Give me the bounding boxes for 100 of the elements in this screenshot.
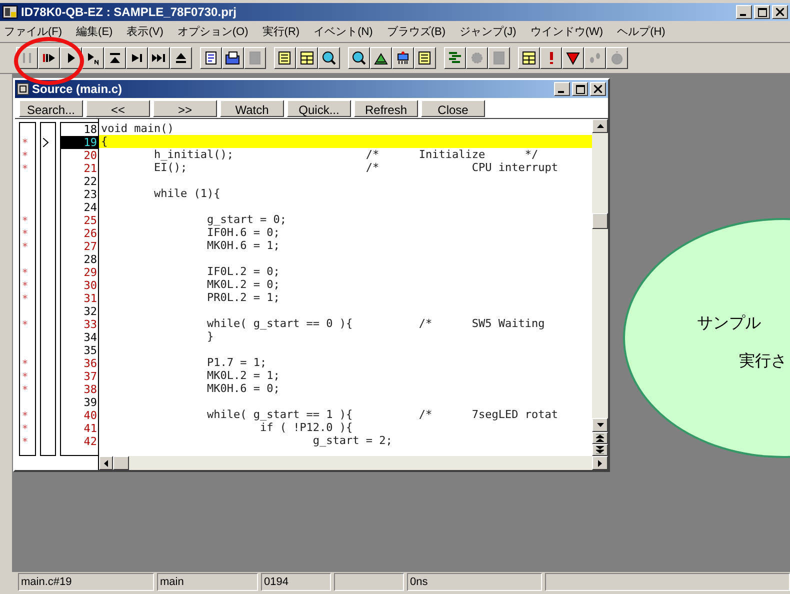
document-icon [491, 50, 507, 66]
menu-item[interactable]: ブラウズ(B) [386, 24, 446, 40]
magnifier-icon [321, 50, 337, 66]
line-mark: * [22, 216, 28, 227]
folder-icon [225, 50, 241, 66]
menu-item[interactable]: 表示(V) [126, 24, 164, 40]
annotation-circle [14, 37, 84, 85]
source-toolbar-button[interactable]: Search... [19, 100, 83, 116]
horizontal-scrollbar[interactable] [99, 456, 608, 470]
toolbar-button[interactable] [104, 47, 126, 69]
line-mark: * [22, 385, 28, 396]
source-toolbar-button[interactable]: Quick... [287, 100, 351, 116]
toolbar-button[interactable] [370, 47, 392, 69]
vertical-scrollbar[interactable] [592, 119, 608, 456]
menu-item[interactable]: 編集(E) [76, 24, 113, 40]
stopwatch-icon [609, 50, 625, 66]
line-number: 26 [84, 227, 97, 240]
menu-item[interactable]: ウインドウ(W) [530, 24, 604, 40]
line-mark: * [22, 372, 28, 383]
maximize-icon [758, 8, 766, 16]
scroll-up-button[interactable] [592, 119, 608, 133]
horizontal-scroll-thumb[interactable] [113, 456, 129, 470]
line-number: 34 [84, 331, 97, 344]
page-down-button[interactable] [592, 444, 608, 456]
toolbar-button[interactable] [392, 47, 414, 69]
source-toolbar-button[interactable]: Watch [220, 100, 284, 116]
source-toolbar-button[interactable]: >> [153, 100, 217, 116]
line-mark: * [22, 164, 28, 175]
callout-text: サンプル [697, 314, 761, 334]
line-mark: * [22, 437, 28, 448]
toolbar-button[interactable] [414, 47, 436, 69]
menu-item[interactable]: ファイル(F) [4, 24, 62, 40]
code-line: { [101, 135, 108, 148]
line-number: 19 [84, 136, 97, 149]
double-up-arrow-icon [596, 434, 604, 442]
toolbar-button[interactable] [170, 47, 192, 69]
double-down-arrow-icon [596, 446, 604, 454]
line-mark: * [22, 229, 28, 240]
line-mark: * [22, 138, 28, 149]
line-number: 42 [84, 435, 97, 448]
toolbar-button[interactable] [38, 47, 60, 69]
magnifier-icon [351, 50, 367, 66]
code-line: h_initial(); /* Initialize */ [152, 148, 538, 161]
page-up-button[interactable] [592, 432, 608, 444]
source-toolbar-button[interactable]: Close [421, 100, 485, 116]
line-number: 36 [84, 357, 97, 370]
menu-item[interactable]: ヘルプ(H) [617, 24, 666, 40]
right-arrow-icon [598, 460, 602, 466]
footprints-icon [587, 50, 603, 66]
left-arrow-icon [104, 460, 108, 466]
toolbar-button[interactable] [444, 47, 466, 69]
line-number: 31 [84, 292, 97, 305]
source-toolbar-button[interactable]: << [86, 100, 150, 116]
scroll-down-button[interactable] [592, 418, 608, 432]
toolbar-button[interactable] [518, 47, 540, 69]
toolbar-button[interactable] [274, 47, 296, 69]
minimize-button[interactable] [736, 5, 752, 19]
toolbar-button[interactable] [148, 47, 170, 69]
line-number: 25 [84, 214, 97, 227]
status-pane: 0194 [261, 573, 331, 591]
maximize-button[interactable] [572, 82, 588, 96]
maximize-button[interactable] [754, 5, 770, 19]
code-line: MK0L.2 = 0; [206, 278, 280, 291]
minimize-button[interactable] [554, 82, 570, 96]
toolbar-button[interactable] [318, 47, 340, 69]
toolbar-button[interactable] [82, 47, 104, 69]
toolbar-button[interactable] [296, 47, 318, 69]
line-mark: * [22, 294, 28, 305]
source-title: Source (main.c) [32, 81, 124, 98]
line-mark: * [22, 151, 28, 162]
scroll-left-button[interactable] [99, 456, 113, 470]
line-number: 21 [84, 162, 97, 175]
scroll-right-button[interactable] [592, 456, 608, 470]
menu-item[interactable]: ジャンプ(J) [460, 24, 516, 40]
scroll-thumb[interactable] [592, 213, 608, 229]
code-line: PR0L.2 = 1; [206, 291, 280, 304]
menu-item[interactable]: イベント(N) [314, 24, 373, 40]
line-mark: * [22, 359, 28, 370]
line-number: 20 [84, 149, 97, 162]
code-line: while (1){ [152, 187, 220, 200]
line-number: 18 [84, 123, 97, 136]
source-toolbar-button[interactable]: Refresh [354, 100, 418, 116]
toolbar-button[interactable] [348, 47, 370, 69]
line-number: 22 [84, 175, 97, 188]
app-icon [2, 5, 18, 19]
toolbar-button[interactable] [126, 47, 148, 69]
line-mark: * [22, 424, 28, 435]
code-line: IF0L.2 = 0; [206, 265, 280, 278]
toolbar-button[interactable] [222, 47, 244, 69]
list-icon [417, 50, 433, 66]
close-button[interactable] [772, 5, 788, 19]
toolbar-button[interactable] [562, 47, 584, 69]
line-mark: * [22, 281, 28, 292]
line-number: 35 [84, 344, 97, 357]
menu-item[interactable]: オプション(O) [177, 24, 248, 40]
toolbar-button[interactable] [200, 47, 222, 69]
line-number: 23 [84, 188, 97, 201]
menu-item[interactable]: 実行(R) [262, 24, 300, 40]
close-button[interactable] [590, 82, 606, 96]
toolbar-button[interactable] [540, 47, 562, 69]
